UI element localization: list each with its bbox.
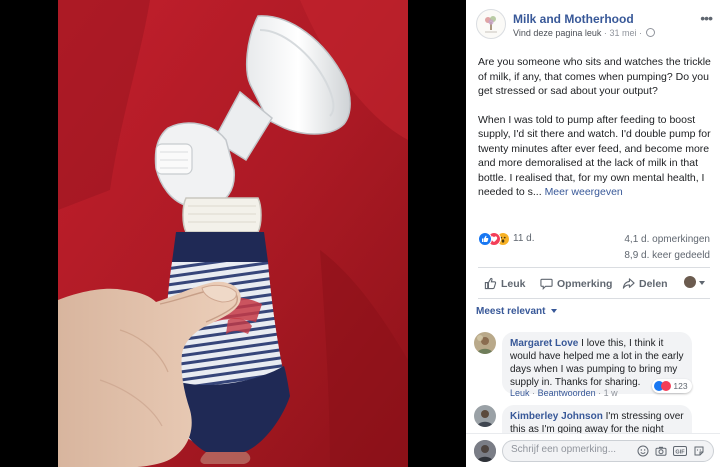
like-button-label: Leuk — [501, 278, 526, 290]
emoji-icon[interactable] — [637, 445, 649, 457]
comment-time[interactable]: 1 w — [604, 388, 618, 398]
post-meta: Vind deze pagina leuk · 31 mei · — [513, 28, 656, 38]
comment-like-link[interactable]: Leuk — [510, 388, 530, 398]
svg-text:GIF: GIF — [675, 450, 685, 456]
love-icon — [661, 381, 671, 391]
post-as-selector[interactable] — [684, 276, 705, 289]
avatar — [684, 276, 696, 288]
comment-actions: Leuk · Beantwoorden · 1 w — [510, 388, 618, 398]
post-actions: Leuk Opmerking Delen — [478, 273, 710, 295]
like-button[interactable]: Leuk — [484, 277, 526, 290]
comment-count[interactable]: 4,1 d. opmerkingen — [624, 234, 710, 245]
thumbs-up-icon — [484, 277, 497, 290]
page-avatar[interactable] — [476, 9, 506, 39]
page-name[interactable]: Milk and Motherhood — [513, 12, 634, 26]
chevron-down-icon — [699, 281, 705, 285]
like-icon — [478, 232, 492, 246]
comment-sort-dropdown[interactable]: Meest relevant — [476, 306, 558, 317]
meta-separator: · — [603, 28, 607, 38]
reaction-count: 11 d. — [513, 233, 535, 244]
comment-button[interactable]: Opmerking — [540, 277, 612, 290]
post-paragraph-1: Are you someone who sits and watches the… — [478, 56, 711, 97]
comment-reactions[interactable]: 123 — [652, 379, 692, 393]
post-date[interactable]: 31 mei — [609, 28, 636, 38]
tree-logo-icon — [478, 11, 504, 37]
comment-field[interactable]: GIF — [502, 440, 714, 462]
share-button[interactable]: Delen — [622, 277, 668, 290]
comment-author[interactable]: Kimberley Johnson — [510, 411, 603, 422]
avatar — [474, 440, 496, 462]
comment-reply-link[interactable]: Beantwoorden — [538, 388, 596, 398]
post-header: Milk and Motherhood Vind deze pagina leu… — [466, 0, 720, 44]
divider — [478, 298, 710, 299]
gif-icon[interactable]: GIF — [673, 445, 687, 457]
share-icon — [622, 278, 635, 289]
comment-author[interactable]: Margaret Love — [510, 338, 578, 349]
menu-dots-icon[interactable]: ••• — [700, 10, 713, 26]
share-count[interactable]: 8,9 d. keer gedeeld — [624, 250, 710, 261]
meta-separator: · — [598, 388, 602, 398]
globe-icon — [646, 28, 656, 37]
camera-icon[interactable] — [655, 445, 667, 457]
post-paragraph-2: When I was told to pump after feeding to… — [478, 113, 714, 200]
chevron-down-icon — [551, 309, 558, 313]
like-page-link[interactable]: Vind deze pagina leuk — [513, 28, 601, 38]
divider — [478, 267, 710, 268]
post-photo[interactable] — [0, 0, 466, 467]
post-side-panel: Milk and Motherhood Vind deze pagina leu… — [466, 0, 720, 467]
comment-reaction-count: 123 — [673, 381, 688, 391]
comment-button-label: Opmerking — [557, 278, 613, 290]
sort-label: Meest relevant — [476, 306, 546, 317]
meta-separator-2: · — [638, 28, 642, 38]
sticker-icon[interactable] — [693, 445, 705, 457]
comment-icon — [540, 278, 553, 290]
share-button-label: Delen — [639, 278, 668, 290]
comment-composer: GIF — [466, 433, 720, 467]
avatar[interactable] — [474, 332, 496, 354]
breast-pump-photo — [0, 0, 466, 467]
post-text: Are you someone who sits and watches the… — [478, 55, 714, 214]
avatar[interactable] — [474, 405, 496, 427]
see-more-link[interactable]: Meer weergeven — [545, 186, 623, 198]
comment-input[interactable] — [511, 444, 621, 455]
meta-separator: · — [532, 388, 536, 398]
